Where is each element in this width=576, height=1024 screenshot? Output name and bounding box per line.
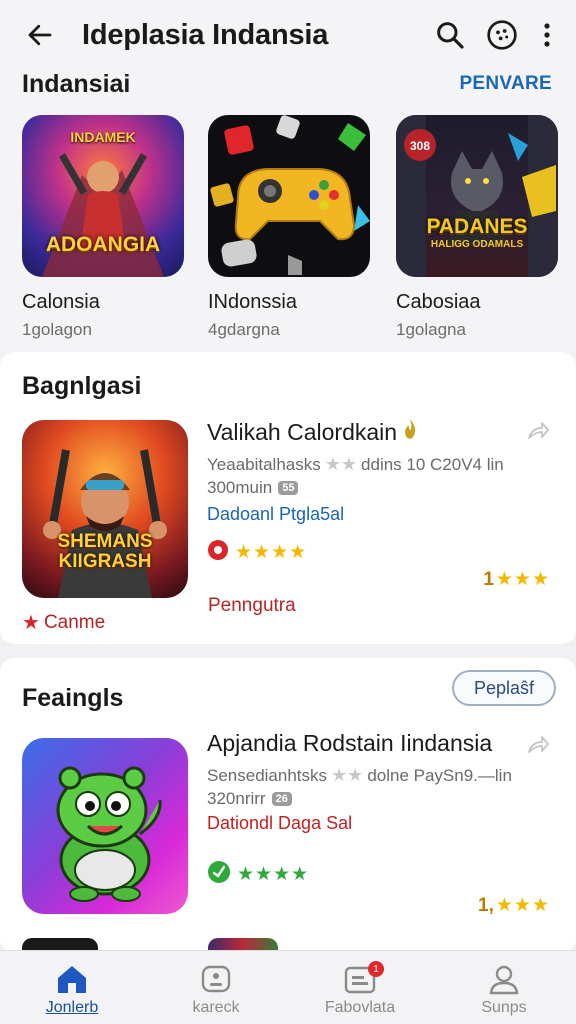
size-chip: 26 (271, 792, 292, 806)
share-button[interactable] (526, 420, 550, 447)
app-info[interactable]: Apjandia Rodstain Iindansia Sensedianhts… (207, 730, 554, 889)
app-description-row: Yeaabitalhasks ★★ ddins 10 C20V4 lin (207, 454, 554, 475)
nav-label: kareck (192, 999, 240, 1016)
sub-label[interactable]: Penngutra (208, 595, 296, 617)
notification-badge: 1 (368, 961, 384, 977)
app-tile[interactable]: 308 PADANES HALIGG ODAMALS Cabosiaa 1gol… (396, 115, 558, 340)
section-title: Bagnlgasi (22, 372, 142, 400)
rating-stars: ★★★★ (235, 542, 308, 563)
dots-circle-icon (487, 20, 517, 50)
art-title: PADANES (426, 215, 528, 238)
app-tile[interactable]: INDAMEK ADOANGIA Calonsia 1golagon (22, 115, 184, 340)
section-title: Feaingls (22, 684, 124, 712)
star-icon: ★ (22, 612, 40, 634)
app-name: Cabosiaa (396, 291, 481, 313)
app-meta: 1golagon (22, 320, 92, 339)
app-meta: 4gdargna (208, 320, 280, 339)
nav-label: Fabovlata (324, 999, 396, 1016)
app-title-row: Valikah Calordkain (207, 418, 554, 446)
art-subtitle: HALIGG ODAMALS (430, 239, 524, 250)
arrow-left-icon (28, 24, 52, 46)
side-rating-value: 1, (478, 894, 494, 916)
category-label: Canme (43, 611, 106, 633)
app-tile[interactable]: INdonssia 4gdargna (208, 115, 370, 340)
app-description-row: Sensedianhtsks ★★ dolne PaySn9.—lin (207, 765, 554, 786)
profile-button[interactable] (480, 13, 524, 57)
robot-icon (201, 965, 231, 993)
rating-row: ★★★★ (207, 539, 554, 566)
app-size: 300muin (207, 478, 273, 497)
app-size: 320nrirr (207, 789, 266, 808)
record-icon (207, 539, 229, 566)
app-name: Calonsia (22, 291, 100, 313)
art-title: SHEMANS KIIGRASH (57, 531, 153, 572)
app-title: Apjandia Rodstain Iindansia (207, 730, 493, 756)
star-outline-icon: ★★ (324, 454, 358, 474)
star-outline-icon: ★★ (331, 765, 364, 785)
art-title-top: INDAMEK (70, 129, 136, 145)
action-pill-button[interactable]: Peplaŝf (452, 670, 556, 706)
app-artwork (208, 115, 370, 277)
side-rating-stars: ★★★ (495, 895, 550, 916)
back-button[interactable] (20, 15, 60, 55)
app-name: INdonssia (208, 291, 297, 313)
see-more-link[interactable]: PENVARE (459, 73, 552, 95)
app-artwork[interactable]: SHEMANS KIIGRASH (22, 420, 188, 598)
share-icon (528, 422, 549, 439)
home-icon (58, 966, 86, 993)
side-rating-stars: ★★★ (495, 569, 550, 590)
rating-stars: ★★★★ (237, 864, 310, 885)
nav-item-home[interactable]: Jonlerb (0, 951, 144, 1024)
app-info[interactable]: Valikah Calordkain Yeaabitalhasks ★★ ddi… (207, 418, 554, 566)
share-button[interactable] (526, 734, 550, 761)
app-meta: 1golagna (396, 320, 466, 339)
side-rating: 1, ★★★ (478, 894, 550, 917)
app-description: Sensedianhtsks (207, 765, 328, 785)
app-card: Bagnlgasi SHEMANS KIIGRASH Valikah Calor… (0, 352, 576, 644)
nav-label: Jonlerb (45, 999, 99, 1016)
app-description: Yeaabitalhasks (207, 454, 321, 474)
app-tag[interactable]: Dadoanl Ptgla5al (207, 504, 554, 525)
nav-label: Sunps (481, 999, 527, 1016)
app-artwork: INDAMEK ADOANGIA (22, 115, 184, 277)
app-extra: dolne PaySn9.—lin (367, 765, 512, 785)
nav-item-inbox[interactable]: 1 Fabovlata (288, 951, 432, 1024)
app-artwork[interactable] (22, 738, 188, 914)
app-size-row: 300muin 55 (207, 478, 554, 498)
overflow-menu-button[interactable] (532, 13, 562, 57)
flame-icon (401, 418, 419, 446)
page-title: Ideplasia Indansia (82, 18, 329, 51)
rating-row: ★★★★ (207, 860, 554, 889)
category-label-row[interactable]: ★ Canme (22, 610, 105, 635)
featured-section: Indansiai PENVARE INDAMEK ADOANGIA Calon… (0, 70, 576, 352)
bottom-navigation: Jonlerb kareck 1 Fabovlata Sunps (0, 950, 576, 1024)
app-extra: ddins 10 C20V4 lin (361, 454, 504, 474)
nav-item-games[interactable]: kareck (144, 951, 288, 1024)
size-chip: 55 (278, 481, 299, 495)
side-rating-value: 1 (483, 568, 494, 590)
share-icon (528, 736, 549, 753)
app-size-row: 320nrirr 26 (207, 789, 554, 809)
search-icon (437, 22, 464, 49)
app-bar: Ideplasia Indansia (0, 0, 576, 70)
side-rating: 1 ★★★ (483, 568, 550, 591)
person-icon (489, 965, 519, 995)
art-title: ADOANGIA (45, 233, 161, 256)
art-badge: 308 (410, 139, 431, 153)
check-circle-icon (207, 860, 231, 889)
app-tag[interactable]: Dationdl Dagа Sal (207, 813, 554, 834)
section-title: Indansiai (22, 69, 131, 98)
app-artwork: 308 PADANES HALIGG ODAMALS (396, 115, 558, 277)
nav-item-profile[interactable]: Sunps (432, 951, 576, 1024)
app-card: Feaingls Peplaŝf Apjandia Rodstain Iinda… (0, 658, 576, 953)
app-title: Valikah Calordkain (207, 418, 398, 445)
search-button[interactable] (428, 13, 472, 57)
more-vert-icon (544, 23, 550, 47)
